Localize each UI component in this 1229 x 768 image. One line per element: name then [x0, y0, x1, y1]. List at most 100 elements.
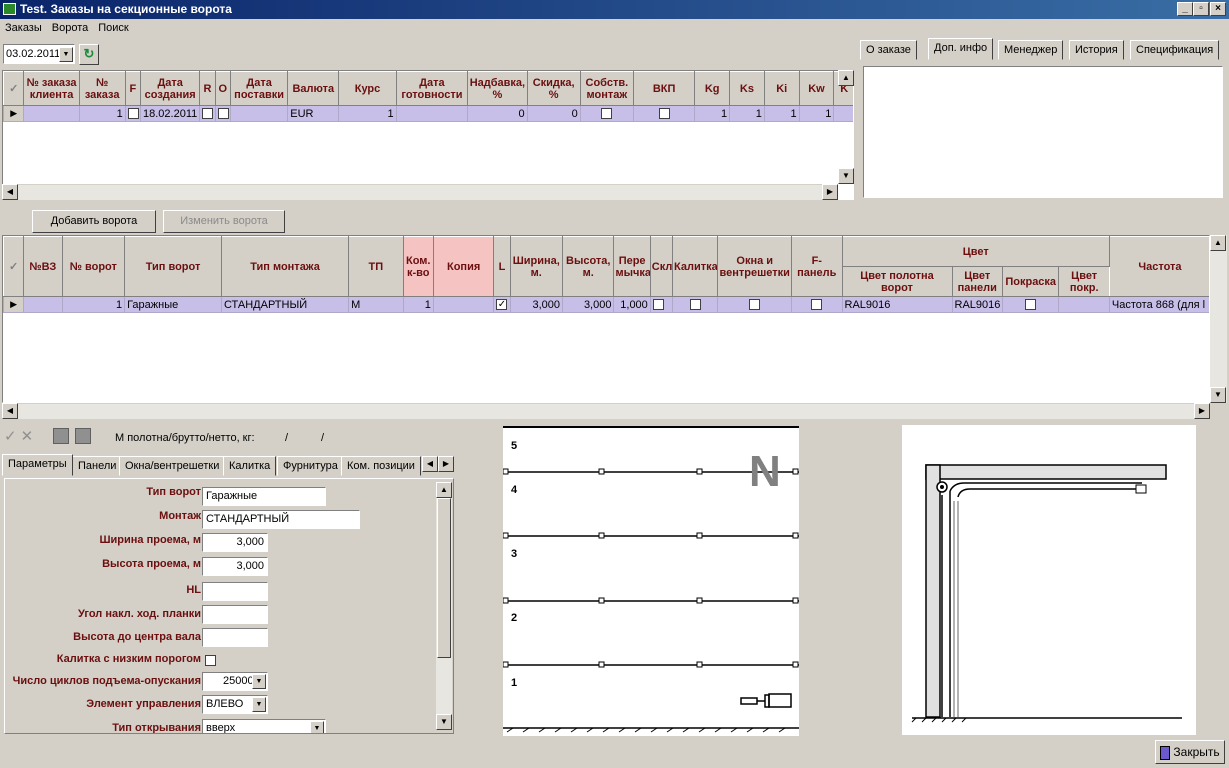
cell-lintel[interactable]: 1,000: [613, 296, 651, 313]
cancel-icon[interactable]: ✕: [21, 428, 34, 445]
col-kg[interactable]: Kg: [694, 71, 731, 106]
chevron-down-icon[interactable]: ▼: [252, 674, 266, 689]
wicket-checkbox[interactable]: [689, 299, 701, 311]
cell-nvz[interactable]: [23, 296, 63, 313]
col-fpanel[interactable]: F-панель: [791, 236, 843, 297]
col-o[interactable]: O: [214, 71, 231, 106]
cell-gate-no[interactable]: 1: [61, 296, 126, 313]
col-delivery[interactable]: Дата поставки: [229, 71, 289, 106]
col-client-order-no[interactable]: № заказа клиента: [23, 71, 80, 106]
menu-search[interactable]: Поиск: [93, 19, 133, 38]
col-nvz[interactable]: №ВЗ: [23, 236, 63, 297]
paint-checkbox[interactable]: [1025, 299, 1037, 311]
mount-field[interactable]: СТАНДАРТНЫЙ: [202, 510, 360, 529]
windows-checkbox[interactable]: [749, 299, 761, 311]
col-currency[interactable]: Валюта: [287, 71, 340, 106]
col-l[interactable]: L: [493, 236, 511, 297]
cell-currency[interactable]: EUR: [287, 105, 340, 122]
col-copy[interactable]: Копия: [432, 236, 495, 297]
cell-kw[interactable]: 1: [798, 105, 835, 122]
table-row[interactable]: ▶ 1 Гаражные СТАНДАРТНЫЙ M 1 ✓ 3,000 3,0…: [3, 296, 1209, 313]
close-button[interactable]: Закрыть: [1155, 740, 1225, 764]
tab-about-order[interactable]: О заказе: [860, 40, 917, 60]
cell-rate[interactable]: 1: [338, 105, 397, 122]
tab-scroll-left-button[interactable]: ◀: [422, 456, 438, 472]
scroll-right-button[interactable]: ▶: [822, 184, 838, 200]
tab-parameters[interactable]: Параметры: [2, 454, 73, 476]
tab-wicket[interactable]: Калитка: [223, 456, 277, 476]
col-own-mount[interactable]: Собств. монтаж: [579, 71, 634, 106]
skl-checkbox[interactable]: [652, 299, 664, 311]
cell-gate-type[interactable]: Гаражные: [124, 296, 222, 313]
width-field[interactable]: 3,000: [202, 533, 268, 552]
col-skl[interactable]: Скл: [649, 236, 673, 297]
cell-ks[interactable]: 1: [729, 105, 765, 122]
tab-windows[interactable]: Окна/вентрешетки: [119, 456, 226, 476]
cell-color-coat[interactable]: [1058, 296, 1110, 313]
col-mount-type[interactable]: Тип монтажа: [220, 236, 350, 297]
own-mount-checkbox[interactable]: [601, 108, 613, 120]
menu-gates[interactable]: Ворота: [47, 19, 93, 38]
col-lintel[interactable]: Пере мычка: [613, 236, 651, 297]
gates-vscrollbar[interactable]: [1210, 235, 1227, 403]
col-ki[interactable]: Ki: [763, 71, 800, 106]
chevron-down-icon[interactable]: ▼: [310, 721, 324, 733]
chevron-down-icon[interactable]: ▼: [252, 697, 266, 712]
col-color-group[interactable]: Цвет: [841, 236, 1110, 267]
col-r[interactable]: R: [199, 71, 216, 106]
refresh-button[interactable]: ↻: [79, 44, 99, 65]
cell-created[interactable]: 18.02.2011: [140, 105, 201, 122]
col-created[interactable]: Дата создания: [140, 71, 201, 106]
cell-ki[interactable]: 1: [763, 105, 800, 122]
col-markup[interactable]: Надбавка, %: [467, 71, 528, 106]
col-color-coat[interactable]: Цвет покр.: [1058, 266, 1110, 297]
control-element-select[interactable]: ВЛЕВО ▼: [202, 695, 268, 714]
cell-client-order-no[interactable]: [23, 105, 80, 122]
tab-panels[interactable]: Панели: [72, 456, 123, 476]
scroll-left-button[interactable]: ◀: [2, 403, 18, 419]
col-f[interactable]: F: [124, 71, 142, 106]
paste-icon[interactable]: [75, 428, 91, 444]
tab-extra-info[interactable]: Доп. инфо: [928, 38, 994, 60]
params-scroll-thumb[interactable]: [437, 498, 451, 658]
scroll-down-button[interactable]: ▼: [1210, 387, 1226, 403]
tab-hardware[interactable]: Фурнитура: [277, 456, 344, 476]
col-gate-no[interactable]: № ворот: [61, 236, 126, 297]
col-ks[interactable]: Ks: [729, 71, 765, 106]
cell-discount[interactable]: 0: [526, 105, 581, 122]
l-checkbox[interactable]: ✓: [496, 299, 508, 311]
date-select[interactable]: 03.02.2011 ▼: [3, 44, 75, 64]
col-rate[interactable]: Курс: [338, 71, 397, 106]
cell-ready[interactable]: [395, 105, 469, 122]
cell-markup[interactable]: 0: [467, 105, 528, 122]
col-order-no[interactable]: № заказа: [78, 71, 126, 106]
shaft-height-field[interactable]: [202, 628, 268, 647]
col-windows[interactable]: Окна и вентрешетки: [717, 236, 793, 297]
hl-field[interactable]: [202, 582, 268, 601]
tab-com-positions[interactable]: Ком. позиции: [341, 456, 421, 476]
minimize-button[interactable]: _: [1177, 2, 1193, 16]
vkp-checkbox[interactable]: [658, 108, 670, 120]
tab-specification[interactable]: Спецификация: [1130, 40, 1220, 60]
col-qty[interactable]: Ком. к-во: [402, 236, 434, 297]
col-vkp[interactable]: ВКП: [632, 71, 696, 106]
cell-kg[interactable]: 1: [694, 105, 731, 122]
height-field[interactable]: 3,000: [202, 557, 268, 576]
cell-tp[interactable]: M: [348, 296, 404, 313]
fpanel-checkbox[interactable]: [811, 299, 823, 311]
opening-type-select[interactable]: вверх ▼: [202, 719, 326, 733]
cell-frequency[interactable]: Частота 868 (для l: [1108, 296, 1209, 313]
col-color-sheet[interactable]: Цвет полотна ворот: [841, 266, 953, 297]
chevron-down-icon[interactable]: ▼: [59, 47, 73, 62]
col-kw[interactable]: Kw: [798, 71, 835, 106]
cell-color-sheet[interactable]: RAL9016: [841, 296, 953, 313]
cell-mount-type[interactable]: СТАНДАРТНЫЙ: [220, 296, 350, 313]
f-checkbox[interactable]: [127, 108, 139, 120]
restore-button[interactable]: ▫: [1193, 2, 1209, 16]
cell-qty[interactable]: 1: [402, 296, 434, 313]
cell-order-no[interactable]: 1: [78, 105, 126, 122]
col-frequency[interactable]: Частота: [1108, 236, 1209, 297]
add-gate-button[interactable]: Добавить ворота: [32, 210, 156, 233]
select-all-gates-check[interactable]: ✓: [3, 236, 25, 297]
gate-type-field[interactable]: Гаражные: [202, 487, 326, 506]
